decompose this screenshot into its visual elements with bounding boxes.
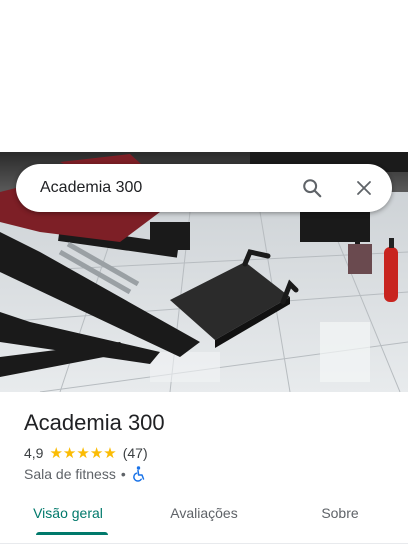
wheelchair-accessible-icon	[131, 466, 145, 482]
active-tab-indicator	[36, 532, 108, 535]
tab-about[interactable]: Sobre	[272, 490, 408, 543]
star-icon: ★	[49, 444, 63, 462]
place-title: Academia 300	[24, 410, 165, 435]
star-icon: ★	[103, 444, 117, 462]
tab-reviews[interactable]: Avaliações	[136, 490, 272, 543]
search-icon	[303, 179, 322, 198]
place-tabs: Visão geral Avaliações Sobre	[0, 490, 408, 544]
star-icon: ★	[62, 444, 77, 462]
star-rating: ★ ★ ★ ★ ★	[49, 446, 116, 461]
star-icon: ★	[89, 444, 104, 462]
search-button[interactable]	[288, 164, 336, 212]
tab-overview[interactable]: Visão geral	[0, 490, 136, 543]
star-icon: ★	[76, 444, 90, 462]
rating-value: 4,9	[24, 445, 44, 461]
review-count[interactable]: (47)	[123, 445, 148, 461]
close-icon	[357, 181, 371, 195]
category-row: Sala de fitness •	[24, 465, 145, 483]
clear-search-button[interactable]	[340, 164, 388, 212]
separator-dot: •	[120, 466, 126, 482]
map-blank-area	[0, 0, 408, 152]
search-bar[interactable]: Academia 300	[16, 164, 392, 212]
search-input[interactable]: Academia 300	[16, 179, 288, 197]
rating-row[interactable]: 4,9 ★ ★ ★ ★ ★ (47)	[24, 444, 148, 462]
place-category: Sala de fitness	[24, 466, 116, 482]
